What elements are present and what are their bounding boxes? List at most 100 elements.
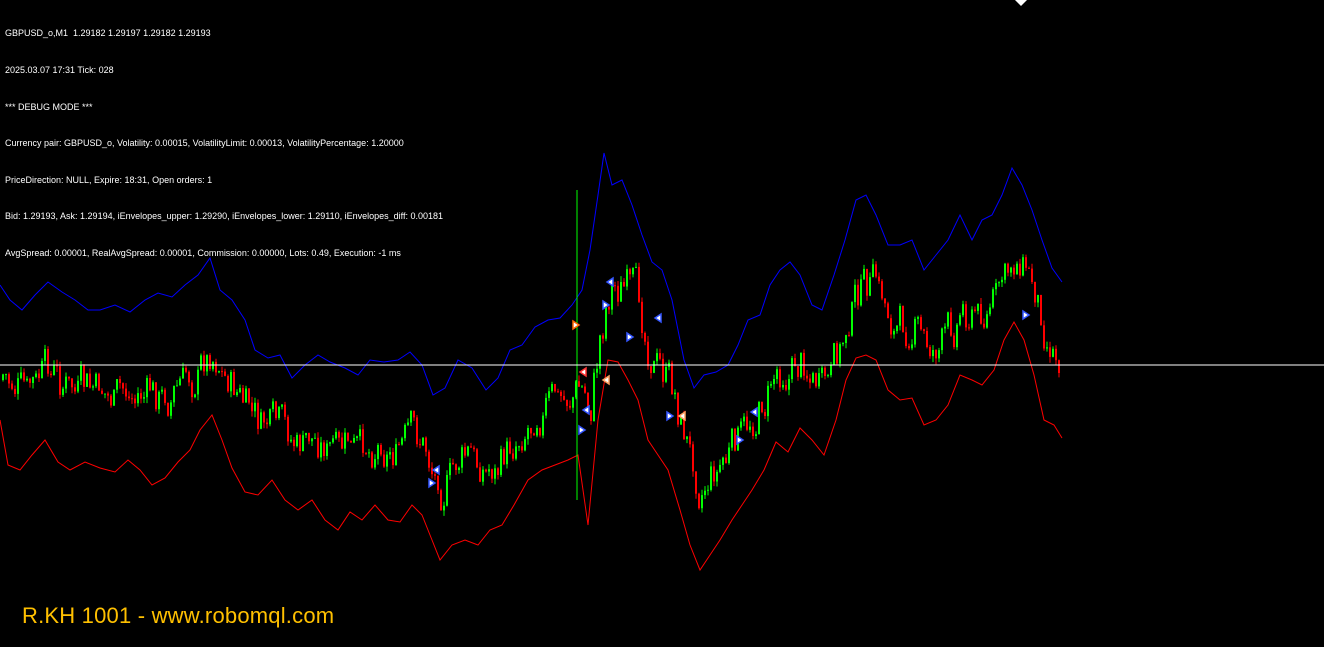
candle-body [884,298,886,304]
candle-body [248,388,250,403]
sell-arrow-icon[interactable] [749,406,758,418]
candle-body [551,384,553,392]
candle-body [170,402,172,416]
candle-body [857,284,859,306]
candles [2,190,1060,516]
candle-body [644,333,646,342]
candle-body [494,468,496,479]
candle-body [569,405,571,408]
candle-body [824,367,826,376]
candle-body [32,377,34,383]
candle-body [887,303,889,319]
buy-arrow-icon[interactable] [578,424,587,436]
candle-body [470,446,472,448]
candle-body [2,374,4,380]
candle-body [35,373,37,377]
candle-body [875,264,877,277]
candle-body [119,379,121,384]
candle-body [281,404,283,407]
candle-body [833,343,835,365]
candle-body [917,317,919,319]
candle-body [266,422,268,425]
buy-arrow-icon[interactable] [626,331,635,343]
candle-body [263,412,265,423]
buy-arrow-icon[interactable] [572,319,581,331]
candle-body [923,329,925,331]
sell-arrow-icon[interactable] [581,404,590,416]
candle-body [107,393,109,396]
candle-body [539,428,541,436]
candle-body [653,361,655,373]
lower-envelope-line [0,320,1063,572]
candle-body [173,385,175,403]
buy-arrow-icon[interactable] [666,410,675,422]
candle-body [275,401,277,419]
candle-body [185,367,187,372]
sell-arrow-icon[interactable] [677,410,686,422]
candle-body [311,438,313,442]
candle-body [74,387,76,392]
candle-body [656,353,658,362]
chart-window[interactable]: GBPUSD_o,M1 1.29182 1.29197 1.29182 1.29… [0,0,1324,647]
candle-body [176,385,178,387]
candle-body [893,331,895,335]
sell-arrow-icon[interactable] [653,312,662,324]
candle-body [374,459,376,468]
candle-body [269,409,271,425]
candle-body [347,432,349,441]
candle-body [8,374,10,384]
candle-body [671,362,673,395]
candle-body [149,378,151,391]
sell-arrow-icon[interactable] [431,464,440,476]
candle-body [527,428,529,440]
candle-body [113,389,115,406]
candle-body [503,449,505,465]
candle-body [44,349,46,361]
candle-body [134,398,136,404]
candle-body [59,366,61,395]
candle-body [83,365,85,387]
candle-body [191,382,193,398]
candle-body [98,373,100,391]
candle-body [92,386,94,388]
candle-body [572,397,574,408]
candle-body [557,391,559,393]
candle-body [50,373,52,376]
candle-body [329,442,331,444]
candle-body [935,350,937,359]
candle-body [629,269,631,275]
candle-body [785,385,787,390]
candle-body [443,505,445,511]
candle-body [620,282,622,302]
candle-body [965,304,967,328]
candle-body [152,382,154,391]
sell-arrow-icon[interactable] [605,276,614,288]
candle-body [902,306,904,333]
buy-arrow-icon[interactable] [428,477,437,489]
candle-body [62,388,64,395]
candle-body [155,382,157,410]
candle-body [410,410,412,423]
candle-body [440,490,442,511]
candle-body [605,306,607,339]
candle-body [806,375,808,379]
candle-body [287,416,289,442]
candle-body [938,350,940,359]
chart-shift-marker-icon[interactable] [1015,0,1027,7]
sell-arrow-icon[interactable] [578,366,587,378]
candle-body [362,429,364,453]
candle-body [533,433,535,436]
buy-arrow-icon[interactable] [736,434,745,446]
upper-envelope-line [0,152,1063,396]
candle-body [488,469,490,472]
candle-body [821,367,823,374]
candle-body [323,442,325,456]
candle-body [521,446,523,451]
candle-body [740,421,742,428]
buy-arrow-icon[interactable] [1022,309,1031,321]
candle-body [5,374,7,376]
candle-body [797,366,799,377]
candle-body [422,437,424,446]
candle-body [461,447,463,468]
price-chart[interactable] [0,0,1324,647]
